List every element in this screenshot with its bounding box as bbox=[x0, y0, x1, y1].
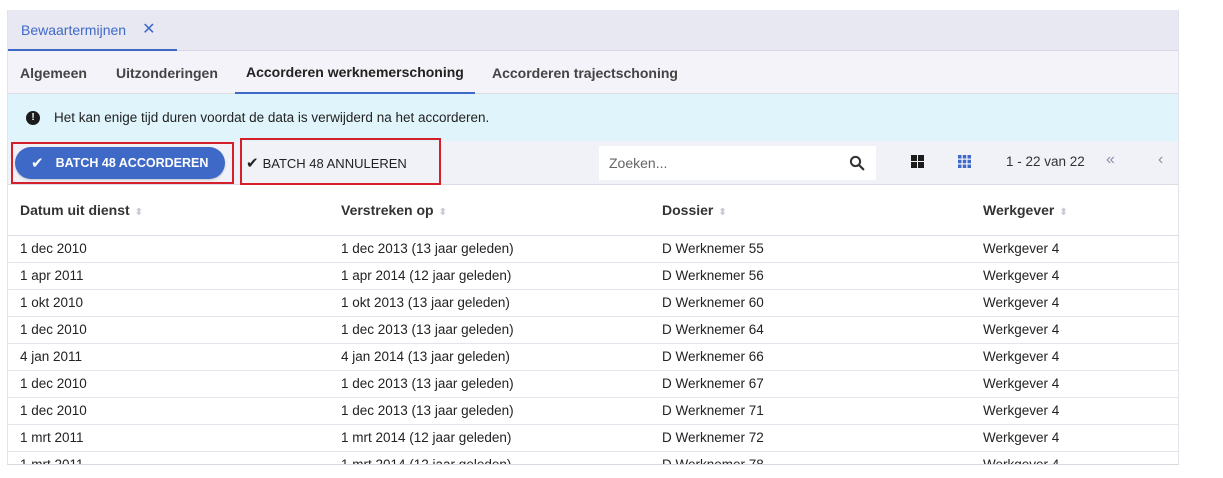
table-cell: 1 dec 2013 (13 jaar geleden) bbox=[329, 316, 650, 344]
table-cell: Werkgever 4 bbox=[971, 424, 1178, 452]
table-cell: D Werknemer 66 bbox=[650, 343, 971, 371]
info-icon: ! bbox=[26, 110, 40, 125]
table-cell: Werkgever 4 bbox=[971, 235, 1178, 263]
column-header-label: Dossier bbox=[662, 201, 714, 218]
table-cell: 1 dec 2013 (13 jaar geleden) bbox=[329, 397, 650, 425]
table-row[interactable]: 1 dec 2010 1 dec 2013 (13 jaar geleden) … bbox=[8, 235, 1178, 263]
column-header-werkgever[interactable]: Werkgever ⬍ bbox=[971, 185, 1178, 236]
search-input[interactable] bbox=[609, 155, 839, 171]
tab-accorderen-werknemerschoning[interactable]: Accorderen werknemerschoning bbox=[235, 51, 475, 94]
table-cell: 1 dec 2013 (13 jaar geleden) bbox=[329, 235, 650, 263]
tile-view-icon[interactable] bbox=[911, 155, 924, 168]
table-cell: 1 dec 2013 (13 jaar geleden) bbox=[329, 370, 650, 398]
table-cell: 1 okt 2010 bbox=[8, 289, 329, 317]
table-cell: D Werknemer 60 bbox=[650, 289, 971, 317]
table-row[interactable]: 4 jan 2011 4 jan 2014 (13 jaar geleden) … bbox=[8, 343, 1178, 371]
column-header-label: Verstreken op bbox=[341, 201, 434, 218]
search-icon[interactable] bbox=[849, 155, 865, 171]
outer-tab-bar: Bewaartermijnen ✕ bbox=[8, 10, 1178, 51]
table-row[interactable]: 1 dec 2010 1 dec 2013 (13 jaar geleden) … bbox=[8, 370, 1178, 398]
table-cell: D Werknemer 67 bbox=[650, 370, 971, 398]
grid-view-icon[interactable] bbox=[958, 155, 971, 168]
records-table: Datum uit dienst ⬍ Verstreken op ⬍ Dossier… bbox=[8, 185, 1178, 464]
table-cell: 4 jan 2014 (13 jaar geleden) bbox=[329, 343, 650, 371]
table-cell: 1 apr 2011 bbox=[8, 262, 329, 290]
tab-algemeen[interactable]: Algemeen bbox=[20, 51, 87, 94]
table-row[interactable]: 1 dec 2010 1 dec 2013 (13 jaar geleden) … bbox=[8, 397, 1178, 425]
column-header-verstreken-op[interactable]: Verstreken op ⬍ bbox=[329, 185, 650, 236]
sort-icon: ⬍ bbox=[438, 206, 447, 218]
table-row[interactable]: 1 mrt 2011 1 mrt 2014 (12 jaar geleden) … bbox=[8, 424, 1178, 452]
highlight-box-cancel bbox=[240, 138, 441, 185]
table-row[interactable]: 1 apr 2011 1 apr 2014 (12 jaar geleden) … bbox=[8, 262, 1178, 290]
table-row[interactable]: 1 dec 2010 1 dec 2013 (13 jaar geleden) … bbox=[8, 316, 1178, 344]
table-cell: D Werknemer 72 bbox=[650, 424, 971, 452]
first-page-icon[interactable]: « bbox=[1106, 151, 1115, 169]
table-cell: 1 dec 2010 bbox=[8, 316, 329, 344]
highlight-box-approve bbox=[11, 142, 234, 184]
column-header-datum-uit-dienst[interactable]: Datum uit dienst ⬍ bbox=[8, 185, 329, 236]
sub-tab-bar: Algemeen Uitzonderingen Accorderen werkn… bbox=[8, 51, 1178, 94]
table-cell: 1 dec 2010 bbox=[8, 235, 329, 263]
sort-icon: ⬍ bbox=[134, 206, 144, 218]
sort-icon: ⬍ bbox=[1059, 206, 1068, 218]
tab-bewaartermijnen-label: Bewaartermijnen bbox=[21, 21, 127, 38]
toolbar: ✔ BATCH 48 ACCORDEREN ✔ BATCH 48 ANNULER… bbox=[8, 138, 1178, 185]
table-cell: 1 mrt 2011 bbox=[8, 424, 329, 452]
close-icon[interactable]: ✕ bbox=[142, 21, 155, 38]
table-row[interactable]: 1 okt 2010 1 okt 2013 (13 jaar geleden) … bbox=[8, 289, 1178, 317]
pager-range: 1 - 22 van 22 bbox=[1006, 154, 1085, 169]
info-banner: ! Het kan enige tijd duren voordat de da… bbox=[8, 94, 1178, 141]
table-cell: D Werknemer 78 bbox=[650, 451, 971, 464]
info-text: Het kan enige tijd duren voordat de data… bbox=[54, 110, 490, 125]
previous-page-icon[interactable]: ‹ bbox=[1158, 151, 1163, 169]
table-cell: 1 dec 2010 bbox=[8, 397, 329, 425]
table-cell: Werkgever 4 bbox=[971, 343, 1178, 371]
table-cell: Werkgever 4 bbox=[971, 370, 1178, 398]
table-cell: Werkgever 4 bbox=[971, 316, 1178, 344]
tab-accorderen-trajectschoning[interactable]: Accorderen trajectschoning bbox=[492, 51, 678, 94]
table-cell: Werkgever 4 bbox=[971, 262, 1178, 290]
table-cell: 1 okt 2013 (13 jaar geleden) bbox=[329, 289, 650, 317]
table-row[interactable]: 1 mrt 2011 1 mrt 2014 (12 jaar geleden) … bbox=[8, 451, 1178, 464]
tab-bewaartermijnen[interactable]: Bewaartermijnen ✕ bbox=[8, 10, 177, 51]
sort-icon: ⬍ bbox=[718, 206, 727, 218]
table-cell: Werkgever 4 bbox=[971, 397, 1178, 425]
table-cell: 1 mrt 2014 (12 jaar geleden) bbox=[329, 451, 650, 464]
column-header-label: Datum uit dienst bbox=[20, 201, 130, 218]
column-header-dossier[interactable]: Dossier ⬍ bbox=[650, 185, 971, 236]
table-cell: 1 mrt 2014 (12 jaar geleden) bbox=[329, 424, 650, 452]
column-header-label: Werkgever bbox=[983, 201, 1055, 218]
table-cell: D Werknemer 64 bbox=[650, 316, 971, 344]
table-cell: Werkgever 4 bbox=[971, 451, 1178, 464]
table-header-row: Datum uit dienst ⬍ Verstreken op ⬍ Dossier… bbox=[8, 185, 1178, 236]
table-cell: Werkgever 4 bbox=[971, 289, 1178, 317]
search-box bbox=[599, 146, 876, 180]
table-cell: D Werknemer 71 bbox=[650, 397, 971, 425]
table-cell: D Werknemer 55 bbox=[650, 235, 971, 263]
tab-uitzonderingen[interactable]: Uitzonderingen bbox=[116, 51, 218, 94]
table-cell: 1 apr 2014 (12 jaar geleden) bbox=[329, 262, 650, 290]
table-cell: D Werknemer 56 bbox=[650, 262, 971, 290]
table-cell: 1 dec 2010 bbox=[8, 370, 329, 398]
table-cell: 1 mrt 2011 bbox=[8, 451, 329, 464]
retention-panel: Bewaartermijnen ✕ Algemeen Uitzonderinge… bbox=[7, 10, 1179, 465]
table-cell: 4 jan 2011 bbox=[8, 343, 329, 371]
